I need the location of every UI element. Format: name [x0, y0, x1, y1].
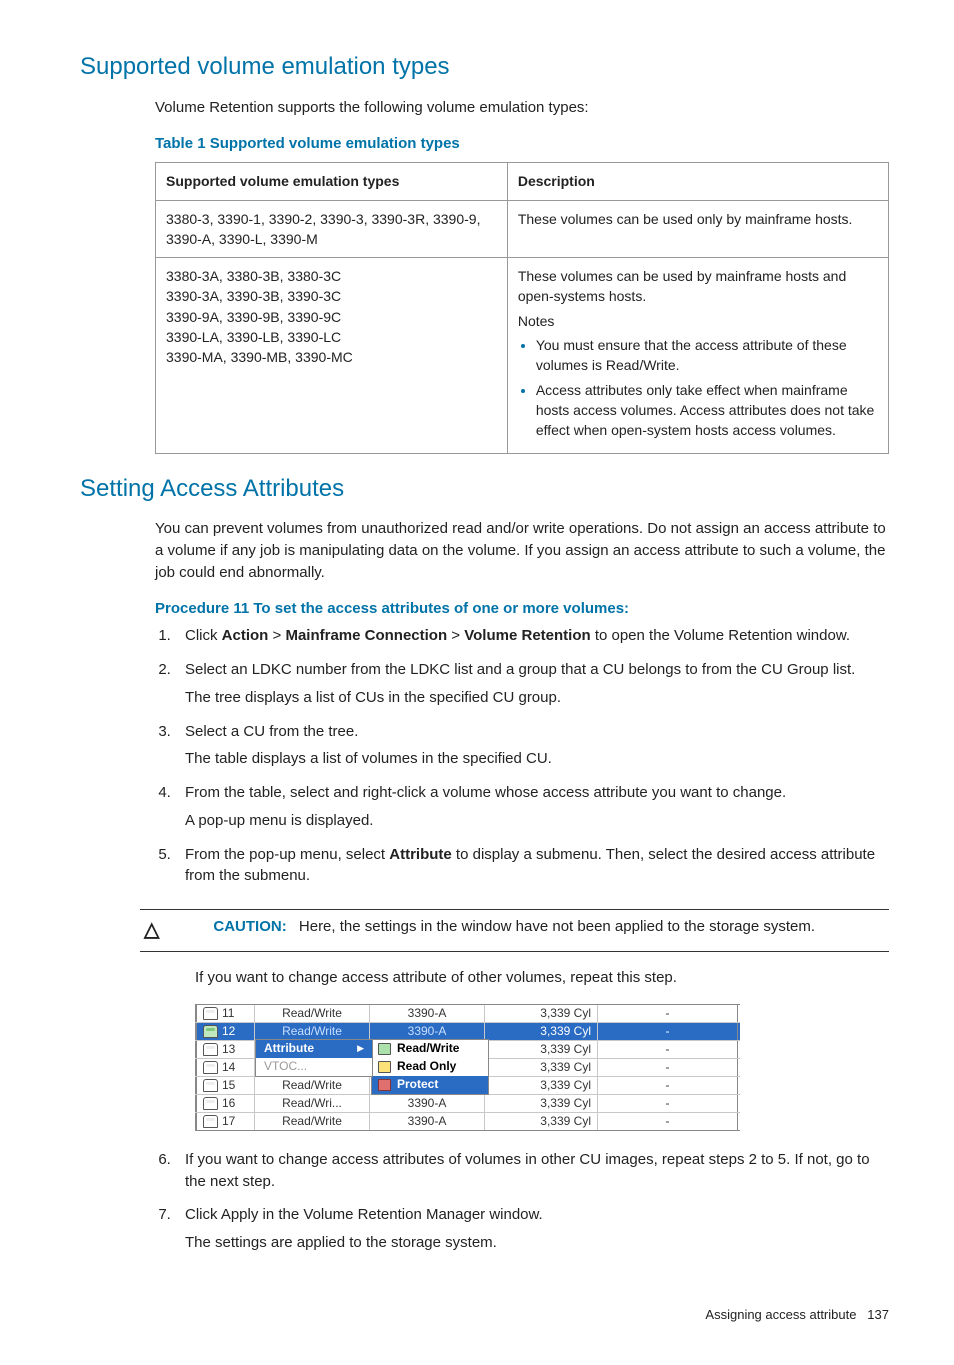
page-footer: Assigning access attribute 137	[80, 1306, 889, 1325]
cell-desc: These volumes can be used only by mainfr…	[507, 200, 888, 258]
table-row[interactable]: 16 Read/Wri... 3390-A 3,339 Cyl -	[195, 1094, 740, 1112]
readonly-icon	[378, 1061, 391, 1073]
chevron-right-icon: ▶	[357, 1042, 364, 1055]
caution-text: Here, the settings in the window have no…	[299, 918, 815, 935]
disk-icon	[203, 1007, 218, 1020]
after-caution-text: If you want to change access attribute o…	[195, 967, 889, 989]
heading-setting-attributes: Setting Access Attributes	[80, 472, 889, 507]
procedure-label: Procedure 11 To set the access attribute…	[155, 598, 889, 620]
procedure-steps-continued: If you want to change access attributes …	[155, 1149, 889, 1266]
submenu-read-write[interactable]: Read/Write	[372, 1040, 488, 1058]
caution-label: CAUTION:	[213, 918, 286, 935]
intro-paragraph: Volume Retention supports the following …	[155, 97, 889, 119]
context-menu: Attribute ▶ VTOC...	[255, 1039, 373, 1077]
cell-types: 3380-3A, 3380-3B, 3380-3C 3390-3A, 3390-…	[156, 258, 508, 453]
step-5: From the pop-up menu, select Attribute t…	[175, 844, 889, 900]
step-7: Click Apply in the Volume Retention Mana…	[175, 1204, 889, 1266]
table-row[interactable]: 11 Read/Write 3390-A 3,339 Cyl -	[195, 1005, 740, 1022]
table-supported-types: Supported volume emulation types Descrip…	[155, 162, 889, 453]
disk-icon	[203, 1061, 218, 1074]
table-row[interactable]: 17 Read/Write 3390-A 3,339 Cyl -	[195, 1112, 740, 1130]
step-4: From the table, select and right-click a…	[175, 782, 889, 844]
caution-icon: △	[144, 916, 159, 945]
step-3: Select a CU from the tree. The table dis…	[175, 721, 889, 783]
submenu-read-only[interactable]: Read Only	[372, 1058, 488, 1076]
table1-caption: Table 1 Supported volume emulation types	[155, 133, 889, 155]
th-types: Supported volume emulation types	[156, 163, 508, 200]
cell-types: 3380-3, 3390-1, 3390-2, 3390-3, 3390-3R,…	[156, 200, 508, 258]
menu-item-vtoc[interactable]: VTOC...	[256, 1058, 372, 1076]
table-row: 3380-3A, 3380-3B, 3380-3C 3390-3A, 3390-…	[156, 258, 889, 453]
readwrite-icon	[378, 1043, 391, 1055]
step-1: Click Action > Mainframe Connection > Vo…	[175, 625, 889, 659]
heading-supported-types: Supported volume emulation types	[80, 50, 889, 85]
disk-icon	[203, 1025, 218, 1038]
note-item: You must ensure that the access attribut…	[536, 335, 878, 376]
setting-intro: You can prevent volumes from unauthorize…	[155, 518, 889, 583]
table-row-selected[interactable]: 12 Read/Write 3390-A 3,339 Cyl - Attribu…	[195, 1022, 740, 1040]
caution-box: △ CAUTION: Here, the settings in the win…	[140, 909, 889, 952]
note-item: Access attributes only take effect when …	[536, 380, 878, 441]
protect-icon	[378, 1079, 391, 1091]
table-row: 3380-3, 3390-1, 3390-2, 3390-3, 3390-3R,…	[156, 200, 889, 258]
disk-icon	[203, 1079, 218, 1092]
menu-item-attribute[interactable]: Attribute ▶	[256, 1040, 372, 1058]
th-description: Description	[507, 163, 888, 200]
attribute-submenu: Read/Write Read Only Protect	[371, 1039, 489, 1095]
step-6: If you want to change access attributes …	[175, 1149, 889, 1205]
step-2: Select an LDKC number from the LDKC list…	[175, 659, 889, 721]
submenu-protect[interactable]: Protect	[372, 1076, 488, 1094]
cell-desc: These volumes can be used by mainframe h…	[507, 258, 888, 453]
screenshot-volume-table: 11 Read/Write 3390-A 3,339 Cyl - 12 Read…	[195, 1004, 740, 1131]
disk-icon	[203, 1097, 218, 1110]
disk-icon	[203, 1115, 218, 1128]
procedure-steps: Click Action > Mainframe Connection > Vo…	[155, 625, 889, 899]
disk-icon	[203, 1043, 218, 1056]
